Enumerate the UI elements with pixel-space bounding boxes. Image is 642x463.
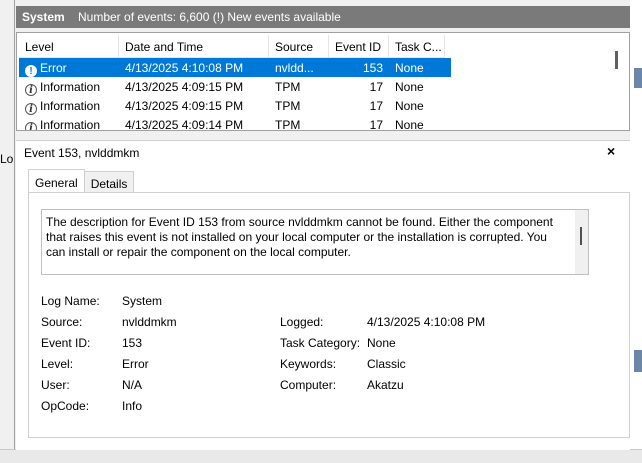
row-level: Information: [40, 99, 101, 113]
row-date: 4/13/2025 4:09:15 PM: [125, 80, 244, 94]
error-icon: !: [25, 65, 37, 77]
right-pane-block: [634, 68, 642, 88]
opcode-value: Info: [122, 399, 143, 413]
tab-details[interactable]: Details: [83, 171, 135, 193]
row-source: TPM: [275, 118, 301, 131]
row-date: 4/13/2025 4:09:14 PM: [125, 118, 244, 131]
logged-value: 4/13/2025 4:10:08 PM: [367, 315, 486, 329]
keywords-value: Classic: [367, 357, 406, 371]
event-id-label: Event ID:: [41, 336, 91, 350]
right-pane: [630, 0, 642, 462]
detail-tabs: General Details: [28, 169, 135, 193]
source-value: nvlddmkm: [122, 315, 177, 329]
detail-title: Event 153, nvlddmkm: [24, 146, 140, 160]
row-source: TPM: [275, 99, 301, 113]
column-level[interactable]: Level: [19, 35, 119, 57]
description-box[interactable]: The description for Event ID 153 from so…: [41, 209, 589, 275]
status-bar: [0, 449, 642, 463]
column-headers: Level Date and Time Source Event ID Task…: [19, 35, 445, 58]
info-icon: i: [25, 122, 37, 130]
row-source: TPM: [275, 80, 301, 94]
computer-label: Computer:: [280, 378, 337, 392]
info-icon: i: [25, 103, 37, 115]
event-detail-pane: Event 153, nvlddmkm × General Details Th…: [16, 140, 630, 450]
user-value: N/A: [122, 378, 143, 392]
row-event-id: 153: [362, 61, 383, 75]
table-row[interactable]: ! Error 4/13/2025 4:10:08 PM nvldd... 153…: [19, 58, 451, 77]
log-name-value: System: [122, 294, 163, 308]
log-header: System Number of events: 6,600 (!) New e…: [16, 6, 630, 28]
row-task: None: [395, 118, 424, 131]
row-task: None: [395, 80, 424, 94]
row-event-id: 17: [369, 118, 383, 131]
logged-label: Logged:: [280, 315, 324, 329]
opcode-label: OpCode:: [41, 399, 90, 413]
column-source[interactable]: Source: [269, 35, 329, 57]
row-level: Information: [40, 80, 101, 94]
row-event-id: 17: [369, 99, 383, 113]
right-pane-block: [634, 350, 642, 372]
computer-value: Akatzu: [367, 378, 404, 392]
info-icon: i: [25, 84, 37, 96]
tab-general[interactable]: General: [28, 169, 85, 193]
log-title: System: [22, 10, 65, 24]
row-date: 4/13/2025 4:10:08 PM: [125, 61, 244, 75]
description-scrollbar[interactable]: [575, 210, 588, 274]
column-task-category[interactable]: Task C...: [389, 35, 445, 57]
table-row[interactable]: i Information 4/13/2025 4:09:15 PM TPM 17…: [19, 96, 451, 115]
task-category-label: Task Category:: [280, 336, 361, 350]
row-task: None: [395, 61, 424, 75]
event-count: Number of events: 6,600 (!) New events a…: [78, 10, 341, 24]
keywords-label: Keywords:: [280, 357, 337, 371]
log-name-label: Log Name:: [41, 294, 100, 308]
row-level: Information: [40, 118, 101, 131]
level-value: Error: [122, 357, 149, 371]
source-label: Source:: [41, 315, 83, 329]
description-text: The description for Event ID 153 from so…: [46, 215, 553, 259]
event-id-value: 153: [122, 336, 143, 350]
row-level: Error: [40, 61, 67, 75]
description-scrollbar-thumb[interactable]: [580, 227, 582, 245]
general-panel: The description for Event ID 153 from so…: [28, 192, 630, 438]
event-list[interactable]: Level Date and Time Source Event ID Task…: [16, 32, 630, 131]
table-row[interactable]: i Information 4/13/2025 4:09:15 PM TPM 17…: [19, 77, 451, 96]
row-event-id: 17: [369, 80, 383, 94]
level-label: Level:: [41, 357, 74, 371]
column-date-time[interactable]: Date and Time: [119, 35, 269, 57]
row-task: None: [395, 99, 424, 113]
left-pane: Lo: [0, 0, 15, 462]
row-date: 4/13/2025 4:09:15 PM: [125, 99, 244, 113]
table-row[interactable]: i Information 4/13/2025 4:09:14 PM TPM 17…: [19, 115, 451, 131]
close-icon[interactable]: ×: [607, 143, 615, 159]
column-event-id[interactable]: Event ID: [329, 35, 389, 57]
task-category-value: None: [367, 336, 396, 350]
row-source: nvldd...: [275, 61, 314, 75]
list-scrollbar-thumb[interactable]: [615, 51, 618, 69]
user-label: User:: [41, 378, 70, 392]
left-pane-label: Lo: [0, 152, 14, 166]
